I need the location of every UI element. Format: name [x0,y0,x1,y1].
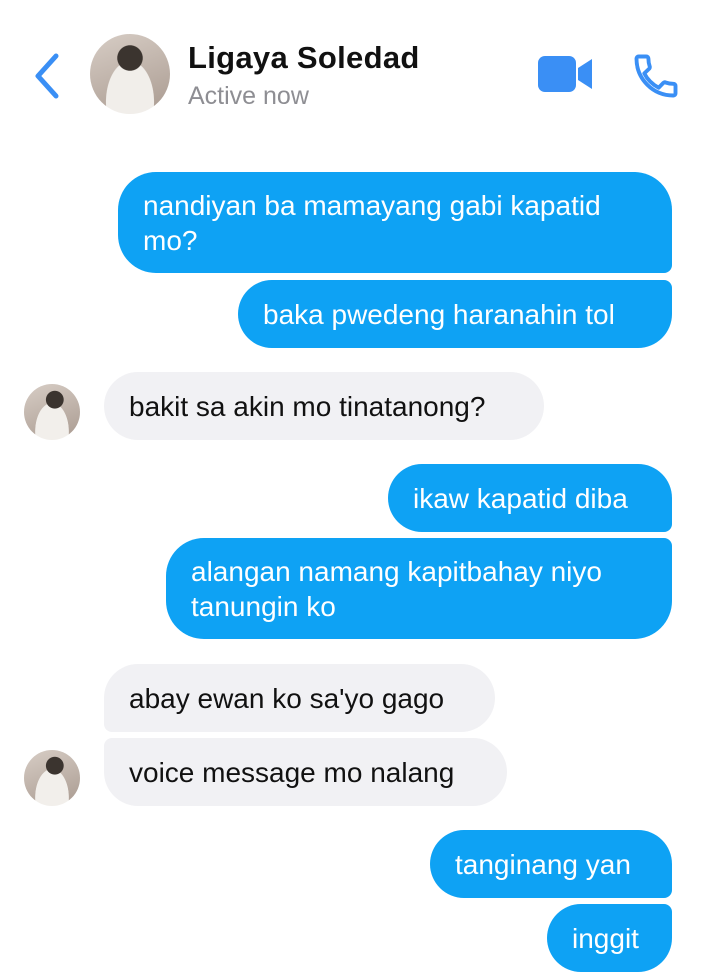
message-bubble-incoming[interactable]: bakit sa akin mo tinatanong? [104,372,544,440]
back-button[interactable] [26,48,66,104]
message-bubble-outgoing[interactable]: nandiyan ba mamayang gabi kapatid mo? [118,172,672,273]
active-status: Active now [188,82,309,110]
contact-avatar-small[interactable] [24,750,80,806]
message-bubble-outgoing[interactable]: baka pwedeng haranahin tol [238,280,672,348]
message-bubble-outgoing[interactable]: alangan namang kapitbahay niyo tanungin … [166,538,672,639]
message-bubble-outgoing[interactable]: tanginang yan [430,830,672,898]
video-call-button[interactable] [536,54,596,94]
contact-name[interactable]: Ligaya Soledad [188,40,420,76]
contact-avatar[interactable] [90,34,170,114]
message-bubble-incoming[interactable]: abay ewan ko sa'yo gago [104,664,495,732]
video-call-icon [538,56,592,92]
back-chevron-icon [35,53,59,99]
message-bubble-outgoing[interactable]: ikaw kapatid diba [388,464,672,532]
phone-call-icon [634,54,678,98]
message-bubble-incoming[interactable]: voice message mo nalang [104,738,507,806]
chat-header: Ligaya Soledad Active now [0,0,720,150]
phone-call-button[interactable] [630,50,682,102]
contact-avatar-small[interactable] [24,384,80,440]
message-bubble-outgoing[interactable]: inggit [547,904,672,972]
